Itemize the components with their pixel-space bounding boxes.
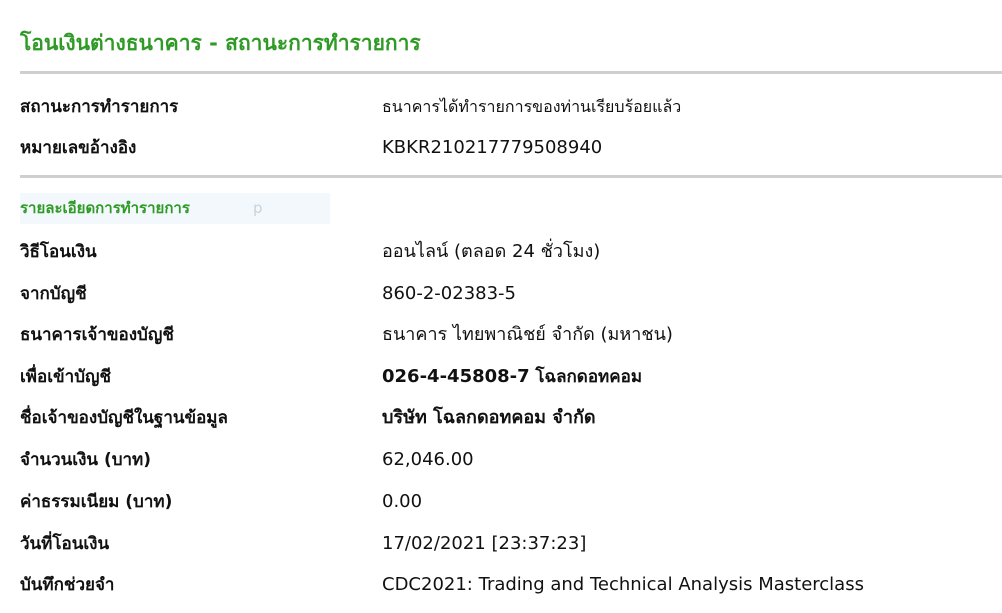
status-label: สถานะการทำรายการ	[20, 97, 179, 117]
amount-label: จำนวนเงิน (บาท)	[20, 450, 152, 470]
from-account-label: จากบัญชี	[20, 284, 87, 304]
ghost-letter: p	[253, 199, 263, 217]
account-bank-value: ธนาคาร ไทยพาณิชย์ จำกัด (มหาชน)	[382, 324, 673, 345]
transfer-method-label: วิธีโอนเงิน	[20, 242, 97, 262]
amount-value: 62,046.00	[382, 449, 474, 470]
transfer-date-value: 17/02/2021 [23:37:23]	[382, 533, 587, 554]
summary-row-reference: หมายเลขอ้างอิง KBKR210217779508940	[20, 133, 1002, 163]
to-account-suffix: โฉลกดอทคอม	[535, 367, 643, 387]
page-title: โอนเงินต่างธนาคาร - สถานะการทำรายการ	[20, 31, 421, 55]
from-account-value: 860-2-02383-5	[382, 283, 517, 304]
fee-value: 0.00	[382, 491, 423, 512]
detail-row-amount: จำนวนเงิน (บาท) 62,046.00	[20, 445, 1002, 475]
account-owner-value: บริษัท โฉลกดอทคอม จำกัด	[382, 407, 596, 428]
to-account-value: 026-4-45808-7 โฉลกดอทคอม	[382, 362, 642, 392]
detail-row-memo: บันทึกช่วยจำ CDC2021: Trading and Techni…	[20, 570, 1002, 600]
account-owner-label: ชื่อเจ้าของบัญชีในฐานข้อมูล	[20, 408, 228, 428]
to-account-label: เพื่อเข้าบัญชี	[20, 367, 112, 387]
detail-row-transfer-date: วันที่โอนเงิน 17/02/2021 [23:37:23]	[20, 529, 1002, 559]
detail-row-to-account: เพื่อเข้าบัญชี 026-4-45808-7 โฉลกดอทคอม	[20, 362, 1002, 392]
top-divider	[20, 71, 1002, 74]
detail-row-fee: ค่าธรรมเนียม (บาท) 0.00	[20, 487, 1002, 517]
memo-label: บันทึกช่วยจำ	[20, 575, 115, 595]
memo-value: CDC2021: Trading and Technical Analysis …	[382, 574, 864, 595]
middle-divider	[20, 175, 1002, 178]
reference-value: KBKR210217779508940	[382, 137, 603, 158]
to-account-number: 026-4-45808-7	[382, 366, 530, 387]
transfer-date-label: วันที่โอนเงิน	[20, 534, 110, 554]
transfer-method-value: ออนไลน์ (ตลอด 24 ชั่วโมง)	[382, 241, 601, 262]
detail-row-account-bank: ธนาคารเจ้าของบัญชี ธนาคาร ไทยพาณิชย์ จำก…	[20, 320, 1002, 350]
status-value: ธนาคารได้ทำรายการของท่านเรียบร้อยแล้ว	[382, 97, 682, 116]
detail-row-account-owner: ชื่อเจ้าของบัญชีในฐานข้อมูล บริษัท โฉลกด…	[20, 403, 1002, 433]
account-bank-label: ธนาคารเจ้าของบัญชี	[20, 325, 174, 345]
details-section-header: รายละเอียดการทำรายการ p	[20, 193, 330, 224]
reference-label: หมายเลขอ้างอิง	[20, 138, 137, 158]
details-section-title: รายละเอียดการทำรายการ	[20, 199, 190, 217]
detail-row-from-account: จากบัญชี 860-2-02383-5	[20, 279, 1002, 309]
fee-label: ค่าธรรมเนียม (บาท)	[20, 492, 173, 512]
summary-row-status: สถานะการทำรายการ ธนาคารได้ทำรายการของท่า…	[20, 92, 1002, 122]
detail-row-transfer-method: วิธีโอนเงิน ออนไลน์ (ตลอด 24 ชั่วโมง)	[20, 237, 1002, 267]
